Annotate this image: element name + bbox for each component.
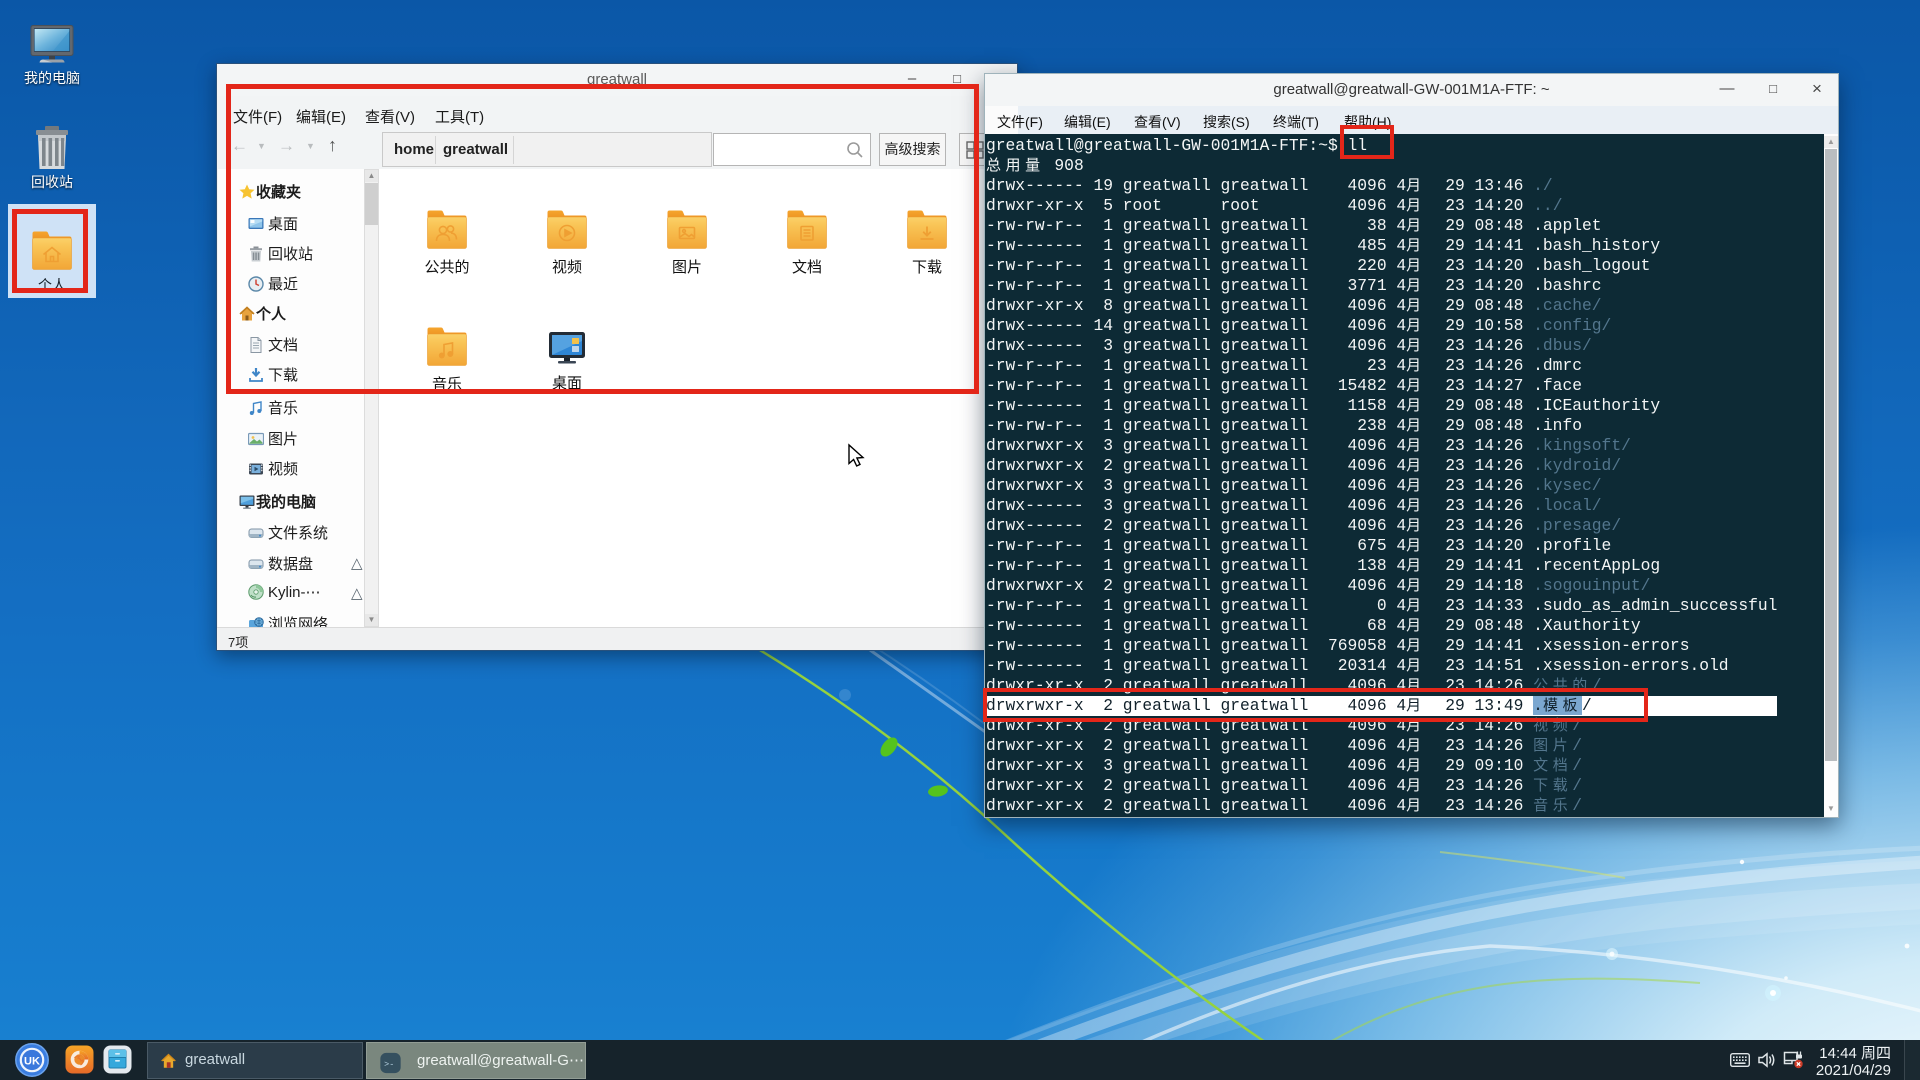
svg-text:UK: UK <box>24 1056 40 1068</box>
svg-text:>-: >- <box>384 1059 394 1069</box>
